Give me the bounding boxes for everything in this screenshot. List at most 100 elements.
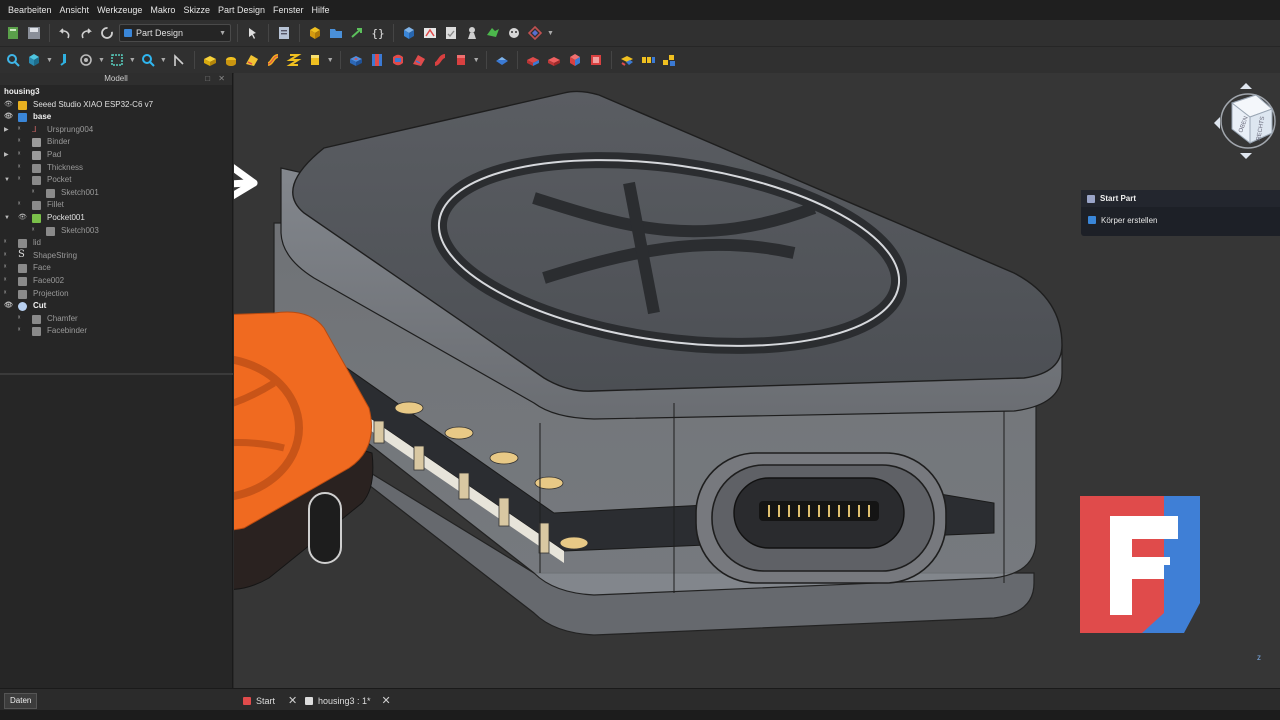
- refresh-icon[interactable]: [98, 24, 116, 42]
- eye-icon[interactable]: 👁: [18, 212, 27, 225]
- eye-hidden-icon[interactable]: ˣ: [18, 199, 20, 212]
- eye-icon[interactable]: 👁: [4, 99, 13, 112]
- sub-shape-binder-icon[interactable]: [484, 24, 502, 42]
- isometric-view-icon[interactable]: [25, 51, 43, 69]
- subtractive-loft-icon[interactable]: [410, 51, 428, 69]
- tree-item-pocket[interactable]: ▼ ˣ Pocket: [0, 174, 232, 187]
- chamfer-icon[interactable]: [545, 51, 563, 69]
- tree-item-binder[interactable]: ˣ Binder: [0, 136, 232, 149]
- mirrored-icon[interactable]: [493, 51, 511, 69]
- tree-item-sketch001[interactable]: ˣ Sketch001: [0, 187, 232, 200]
- eye-hidden-icon[interactable]: ˣ: [18, 325, 20, 338]
- panel-controls[interactable]: □ ✕: [205, 73, 228, 85]
- create-body-icon[interactable]: [400, 24, 418, 42]
- front-view-icon[interactable]: [56, 51, 74, 69]
- chevron-right-icon[interactable]: ▶: [4, 149, 9, 162]
- boolean-icon[interactable]: [618, 51, 636, 69]
- eye-hidden-icon[interactable]: ˣ: [32, 187, 34, 200]
- tab-housing3[interactable]: housing3 : 1* ✕: [300, 691, 396, 710]
- measure-icon[interactable]: [275, 24, 293, 42]
- menu-view[interactable]: Ansicht: [56, 0, 94, 20]
- eye-hidden-icon[interactable]: ˣ: [32, 225, 34, 238]
- eye-hidden-icon[interactable]: ˣ: [18, 136, 20, 149]
- tree-item-thickness[interactable]: ˣ Thickness: [0, 162, 232, 175]
- hole-icon[interactable]: [368, 51, 386, 69]
- tree-item-sketch003[interactable]: ˣ Sketch003: [0, 225, 232, 238]
- chevron-down-icon[interactable]: ▼: [327, 57, 334, 64]
- tree-item-chamfer[interactable]: ˣ Chamfer: [0, 313, 232, 326]
- menu-tools[interactable]: Werkzeuge: [93, 0, 146, 20]
- subtractive-primitive-icon[interactable]: [452, 51, 470, 69]
- save-icon[interactable]: [25, 24, 43, 42]
- tree-item-xiao[interactable]: 👁 Seeed Studio XIAO ESP32-C6 v7: [0, 99, 232, 112]
- tree-item-fillet[interactable]: ˣ Fillet: [0, 199, 232, 212]
- bounding-box-icon[interactable]: [108, 51, 126, 69]
- eye-hidden-icon[interactable]: ˣ: [18, 149, 20, 162]
- fillet-icon[interactable]: [524, 51, 542, 69]
- chevron-down-icon[interactable]: ▼: [46, 57, 53, 64]
- what-is-this-icon[interactable]: [244, 24, 262, 42]
- 3d-viewport[interactable]: z OBEN RECHTS: [234, 73, 1280, 688]
- chevron-down-icon[interactable]: ▼: [4, 174, 10, 187]
- pocket-icon[interactable]: [347, 51, 365, 69]
- workbench-selector[interactable]: Part Design ▼: [119, 24, 231, 42]
- pad-icon[interactable]: [201, 51, 219, 69]
- tree-item-lid[interactable]: ˣ lid: [0, 237, 232, 250]
- tree-item-pocket001[interactable]: ▼ 👁 Pocket001: [0, 212, 232, 225]
- link-icon[interactable]: [348, 24, 366, 42]
- groove-icon[interactable]: [389, 51, 407, 69]
- close-icon[interactable]: ✕: [288, 694, 297, 707]
- menu-edit[interactable]: Bearbeiten: [4, 0, 56, 20]
- menu-sketch[interactable]: Skizze: [179, 0, 214, 20]
- close-icon[interactable]: ✕: [382, 694, 391, 707]
- tree-item-projection[interactable]: ˣ Projection: [0, 288, 232, 301]
- menu-macro[interactable]: Makro: [146, 0, 179, 20]
- tree-item-housing3[interactable]: housing3: [0, 86, 232, 99]
- tree-item-origin[interactable]: ▶ ˣ ⅃ Ursprung004: [0, 124, 232, 137]
- menu-help[interactable]: Hilfe: [308, 0, 334, 20]
- eye-icon[interactable]: 👁: [4, 111, 13, 124]
- tree-item-base[interactable]: 👁 base: [0, 111, 232, 124]
- subtractive-pipe-icon[interactable]: [431, 51, 449, 69]
- thickness-icon[interactable]: [587, 51, 605, 69]
- menu-part-design[interactable]: Part Design: [214, 0, 269, 20]
- chevron-down-icon[interactable]: ▼: [129, 57, 136, 64]
- eye-hidden-icon[interactable]: ˣ: [18, 162, 20, 175]
- eye-hidden-icon[interactable]: ˣ: [4, 262, 6, 275]
- chevron-down-icon[interactable]: ▼: [547, 30, 554, 37]
- create-body-link[interactable]: Körper erstellen: [1081, 207, 1280, 233]
- text-document-icon[interactable]: {}: [369, 24, 387, 42]
- new-document-icon[interactable]: [4, 24, 22, 42]
- tree-item-facebinder[interactable]: ˣ Facebinder: [0, 325, 232, 338]
- chevron-down-icon[interactable]: ▼: [160, 57, 167, 64]
- eye-icon[interactable]: 👁: [4, 300, 13, 313]
- data-tab[interactable]: Daten: [4, 693, 38, 709]
- additive-helix-icon[interactable]: [285, 51, 303, 69]
- tree-item-face002[interactable]: ˣ Face002: [0, 275, 232, 288]
- chevron-down-icon[interactable]: ▼: [473, 57, 480, 64]
- eye-hidden-icon[interactable]: ˣ: [4, 275, 6, 288]
- chevron-down-icon[interactable]: ▼: [98, 57, 105, 64]
- additive-primitive-icon[interactable]: [306, 51, 324, 69]
- fit-all-icon[interactable]: [4, 51, 22, 69]
- eye-hidden-icon[interactable]: ˣ: [18, 313, 20, 326]
- multi-transform-icon[interactable]: [660, 51, 678, 69]
- undo-icon[interactable]: [56, 24, 74, 42]
- tree-item-cut[interactable]: 👁 Cut: [0, 300, 232, 313]
- zoom-icon[interactable]: [139, 51, 157, 69]
- measure-distance-icon[interactable]: [170, 51, 188, 69]
- rotate-down-icon[interactable]: [1240, 153, 1252, 159]
- clone-icon[interactable]: [505, 24, 523, 42]
- draw-style-icon[interactable]: [77, 51, 95, 69]
- draft-icon[interactable]: [566, 51, 584, 69]
- datum-plane-icon[interactable]: [526, 24, 544, 42]
- eye-hidden-icon[interactable]: ˣ: [4, 250, 6, 263]
- linear-pattern-icon[interactable]: [639, 51, 657, 69]
- tree-item-shapestring[interactable]: ˣ S ShapeString: [0, 249, 232, 263]
- rotate-up-icon[interactable]: [1240, 83, 1252, 89]
- part-icon[interactable]: [306, 24, 324, 42]
- redo-icon[interactable]: [77, 24, 95, 42]
- revolution-icon[interactable]: [222, 51, 240, 69]
- eye-hidden-icon[interactable]: ˣ: [4, 288, 6, 301]
- rotate-left-icon[interactable]: [1214, 117, 1220, 129]
